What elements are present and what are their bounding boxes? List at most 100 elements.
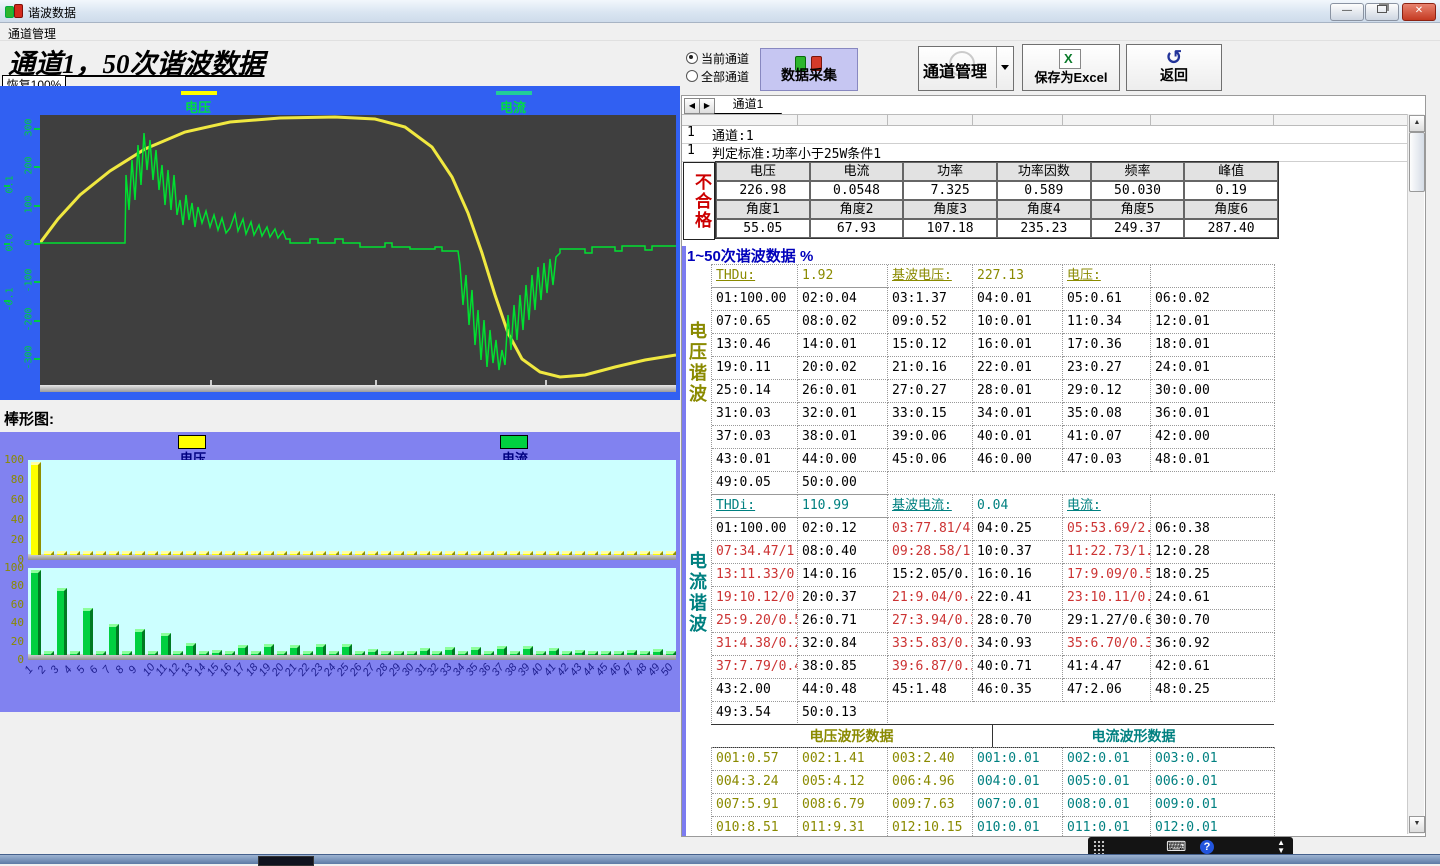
bar xyxy=(316,644,326,655)
data-cell: 28:0.01 xyxy=(973,380,1063,403)
bar xyxy=(445,551,455,556)
waveform-cell: 001:0.01 xyxy=(973,748,1063,771)
drag-handle-icon[interactable] xyxy=(1093,840,1105,855)
bar xyxy=(199,551,209,556)
bar-x-label: 5 xyxy=(74,664,87,676)
bar xyxy=(394,651,404,656)
scroll-down-icon[interactable]: ▼ xyxy=(1409,816,1425,833)
data-cell: 基波电压: xyxy=(888,265,973,288)
data-cell: 30:0.00 xyxy=(1151,380,1275,403)
data-cell: 28:0.70 xyxy=(973,610,1063,633)
bar xyxy=(109,624,119,655)
scroll-up-icon[interactable]: ▲ xyxy=(1409,115,1425,132)
data-cell: 频率 xyxy=(1091,162,1185,181)
data-cell xyxy=(1151,265,1275,288)
current-waveform-header: 电流波形数据 xyxy=(993,725,1274,747)
bar xyxy=(238,645,248,655)
restore-window-button[interactable] xyxy=(1365,3,1399,21)
voltage-bar-plot xyxy=(28,460,676,560)
waveform-svg xyxy=(40,115,676,385)
bar xyxy=(83,608,93,655)
return-label: 返回 xyxy=(1127,65,1221,85)
bar xyxy=(484,651,494,656)
data-cell: 49:3.54 xyxy=(712,702,798,725)
bar-x-label: 50 xyxy=(658,661,675,678)
radio-all-channels[interactable] xyxy=(686,70,698,82)
channel-info-row: 1 通道:1 xyxy=(682,125,1408,144)
data-cell: 15:2.05/0.11 xyxy=(888,564,973,587)
vertical-scrollbar[interactable]: ▲ ▼ xyxy=(1407,114,1424,834)
data-cell: 39:0.06 xyxy=(888,426,973,449)
bar-y-tick: 60 xyxy=(0,493,24,506)
help-icon[interactable]: ? xyxy=(1200,840,1214,854)
waveform-cell: 006:4.96 xyxy=(888,771,973,794)
data-cell: 16:0.01 xyxy=(973,334,1063,357)
data-cell: 20:0.37 xyxy=(798,587,888,610)
tab-scroll-left[interactable]: ◀ xyxy=(684,98,700,114)
data-cell: 46:0.35 xyxy=(973,679,1063,702)
taskbar-button[interactable] xyxy=(258,856,314,866)
bar xyxy=(614,651,624,656)
data-cell: 14:0.01 xyxy=(798,334,888,357)
voltage-axis-tick: 200 xyxy=(24,151,35,181)
voltage-waveform xyxy=(40,117,676,377)
bar-chart-panel: 电压 电流 100100808060604040202000 123456789… xyxy=(0,432,680,712)
voltage-axis-tick: 0 xyxy=(24,228,35,258)
bar-y-tick: 40 xyxy=(0,616,24,629)
data-cell: 43:2.00 xyxy=(712,679,798,702)
bar xyxy=(277,551,287,556)
bar xyxy=(31,570,41,655)
bar xyxy=(510,551,520,556)
menu-bar: 通道管理 xyxy=(0,23,1440,41)
collapse-arrows-icon[interactable]: ▲▼ xyxy=(1277,839,1285,855)
data-cell: 7.325 xyxy=(903,181,997,200)
channel-manage-button[interactable]: 通道管理 xyxy=(918,46,1014,91)
bar xyxy=(601,651,611,656)
voltage-waveform-header: 电压波形数据 xyxy=(711,725,993,747)
bar xyxy=(303,651,313,656)
data-cell: 44:0.48 xyxy=(798,679,888,702)
bar xyxy=(407,551,417,556)
data-cell: 21:9.04/0.49 xyxy=(888,587,973,610)
bar xyxy=(70,551,80,556)
return-button[interactable]: ↺ 返回 xyxy=(1126,44,1222,91)
data-cell: 50.030 xyxy=(1091,181,1185,200)
data-cell: 18:0.25 xyxy=(1151,564,1275,587)
data-cell: 13:11.33/0.62 xyxy=(712,564,798,587)
bar xyxy=(135,551,145,556)
close-button[interactable]: ✕ xyxy=(1402,3,1436,21)
data-cell: 05:53.69/2.93 xyxy=(1063,518,1151,541)
data-cell: 20:0.02 xyxy=(798,357,888,380)
data-collect-button[interactable]: 数据采集 xyxy=(760,48,858,91)
bar-y-tick: 40 xyxy=(0,513,24,526)
bar xyxy=(44,651,54,656)
keyboard-icon[interactable]: ⌨ xyxy=(1166,838,1186,855)
bar xyxy=(135,629,145,655)
data-cell: 47:0.03 xyxy=(1063,449,1151,472)
bar xyxy=(523,551,533,556)
data-cell: 21:0.16 xyxy=(888,357,973,380)
bar xyxy=(122,651,132,656)
bar xyxy=(57,588,67,655)
data-cell: 峰值 xyxy=(1184,162,1278,181)
save-excel-button[interactable]: 保存为Excel xyxy=(1022,44,1120,91)
data-cell: 38:0.85 xyxy=(798,656,888,679)
waveform-cell: 005:0.01 xyxy=(1063,771,1151,794)
data-cell: 22:0.41 xyxy=(973,587,1063,610)
waveform-cell: 004:0.01 xyxy=(973,771,1063,794)
tab-scroll-right[interactable]: ▶ xyxy=(699,98,715,114)
data-cell: 功率因数 xyxy=(997,162,1091,181)
radio-current-channel[interactable] xyxy=(686,52,698,64)
menu-item-channel-management[interactable]: 通道管理 xyxy=(8,25,56,42)
tab-channel-1[interactable]: 通道1 xyxy=(714,97,782,114)
bar xyxy=(303,551,313,556)
channel-manage-dropdown[interactable] xyxy=(996,47,1013,88)
bar xyxy=(173,551,183,556)
current-harmonics-table: 01:100.0002:0.1203:77.81/4.2504:0.2505:5… xyxy=(711,517,1275,725)
restore-icon xyxy=(1377,5,1387,13)
bar xyxy=(212,650,222,655)
minimize-button[interactable]: — xyxy=(1330,3,1364,21)
bar-x-label: 3 xyxy=(48,664,61,676)
scrollbar-thumb[interactable] xyxy=(1409,132,1425,192)
bar-y-tick: 80 xyxy=(0,473,24,486)
